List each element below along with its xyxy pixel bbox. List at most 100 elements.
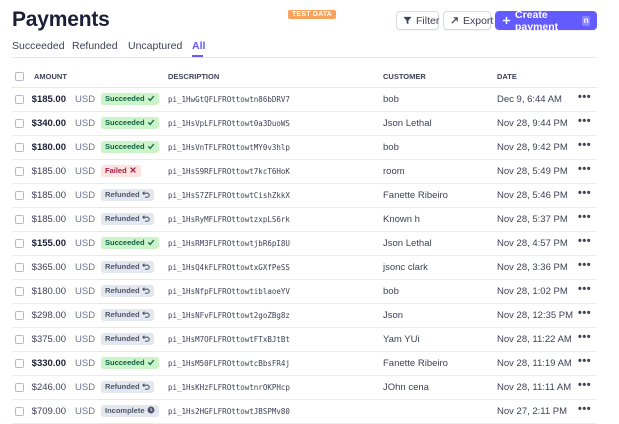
row-checkbox[interactable] [15,311,24,320]
test-data-badge: TEST DATA [288,10,337,19]
description-cell: pi_1HsM50FLFROttowtcBbsFR4j [168,359,290,368]
date-cell: Dec 9, 6:44 AM [497,94,562,105]
tab-all[interactable]: All [192,40,205,52]
row-actions-button[interactable]: ••• [578,379,591,391]
table-row[interactable]: $185.00 USD Succeeded pi_1HwGtQFLFROttowtn8… [12,88,597,112]
plus-icon [502,16,511,25]
refund-icon [141,286,150,297]
amount-cell: $180.00 [31,142,66,153]
row-checkbox[interactable] [15,215,24,224]
status-label: Refunded [105,382,140,391]
status-label: Succeeded [105,142,145,151]
row-checkbox[interactable] [15,191,24,200]
amount-cell: $375.00 [31,334,66,345]
table-row[interactable]: $180.00 USD Succeeded pi_1HsVnTFLFROttowtMY… [12,136,597,160]
tab-uncaptured[interactable]: Uncaptured [128,40,182,52]
check-icon [147,118,155,129]
amount-cell: $180.00 [31,286,66,297]
currency-cell: USD [75,262,96,273]
row-checkbox[interactable] [15,335,24,344]
customer-cell: room [383,166,405,177]
row-actions-button[interactable]: ••• [578,235,591,247]
row-checkbox[interactable] [15,359,24,368]
table-row[interactable]: $365.00 USD Refunded pi_1HsQ4kFLFROttowtxGX… [12,256,597,280]
description-cell: pi_1HsNfpFLFROttowtiblaoeYV [168,287,290,296]
row-actions-button[interactable]: ••• [578,331,591,343]
table-row[interactable]: $375.00 USD Refunded pi_1HsM7OFLFROttowtFTx… [12,328,597,352]
row-actions-button[interactable]: ••• [578,139,591,151]
amount-cell: $185.00 [31,214,66,225]
status-tabs: Succeeded Refunded Uncaptured All [12,39,597,58]
row-actions-button[interactable]: ••• [578,163,591,175]
row-checkbox[interactable] [15,143,24,152]
customer-cell: Fanette Ribeiro [383,190,448,201]
filter-button[interactable]: Filter [396,11,439,30]
date-cell: Nov 28, 12:35 PM [497,310,574,321]
filter-label: Filter [416,14,440,27]
row-checkbox[interactable] [15,95,24,104]
row-checkbox[interactable] [15,383,24,392]
amount-cell: $330.00 [31,358,66,369]
table-row[interactable]: $246.00 USD Refunded pi_1HsKHzFLFROttowtnrO… [12,376,597,400]
status-label: Succeeded [105,94,145,103]
currency-cell: USD [75,334,96,345]
currency-cell: USD [75,310,96,321]
column-header-date[interactable]: DATE [497,72,517,81]
table-row[interactable]: $185.00 USD Refunded pi_1HsS7ZFLFROttowtCis… [12,184,597,208]
amount-cell: $185.00 [31,94,66,105]
row-checkbox[interactable] [15,119,24,128]
export-icon [450,16,459,25]
export-button[interactable]: Export [443,11,493,30]
table-row[interactable]: $180.00 USD Refunded pi_1HsNfpFLFROttowtibl… [12,280,597,304]
row-checkbox[interactable] [15,407,24,416]
column-header-customer[interactable]: CUSTOMER [383,72,426,81]
currency-cell: USD [75,286,96,297]
table-row[interactable]: $185.00 USD Refunded pi_1HsRyMFLFROttowtzxp… [12,208,597,232]
row-actions-button[interactable]: ••• [578,283,591,295]
filter-icon [403,16,412,25]
description-cell: pi_1HsS9RFLFROttowt7kcT6HoK [168,167,290,176]
row-actions-button[interactable]: ••• [578,403,591,415]
create-payment-button[interactable]: Create payment n [495,9,597,33]
table-row[interactable]: $298.00 USD Refunded pi_1HsNFvFLFROttowt2go… [12,304,597,328]
page-title: Payments [12,8,110,31]
table-row[interactable]: $330.00 USD Succeeded pi_1HsM50FLFROttowtcB… [12,352,597,376]
column-header-amount[interactable]: AMOUNT [34,72,67,81]
table-row[interactable]: $185.00 USD Failed pi_1HsS9RFLFROttowt7kcT6… [12,160,597,184]
row-checkbox[interactable] [15,167,24,176]
status-badge: Refunded [101,189,154,201]
check-icon [147,142,155,153]
description-cell: pi_1HsRM3FLFROttowtjbR6pI8U [168,239,290,248]
amount-cell: $185.00 [31,190,66,201]
table-row[interactable]: $340.00 USD Succeeded pi_1HsVpLFLFROttowt0a… [12,112,597,136]
refund-icon [141,334,150,345]
row-checkbox[interactable] [15,239,24,248]
table-row[interactable]: $155.00 USD Succeeded pi_1HsRM3FLFROttowtjb… [12,232,597,256]
select-all-checkbox[interactable] [15,72,24,81]
amount-cell: $340.00 [31,118,66,129]
description-cell: pi_1HsNFvFLFROttowt2goZBg8z [168,311,290,320]
column-header-description[interactable]: DESCRIPTION [168,72,219,81]
amount-cell: $709.00 [31,406,66,417]
row-actions-button[interactable]: ••• [578,259,591,271]
row-actions-button[interactable]: ••• [578,115,591,127]
keyboard-shortcut-badge: n [582,15,590,26]
currency-cell: USD [75,382,96,393]
row-checkbox[interactable] [15,263,24,272]
refund-icon [141,190,150,201]
row-actions-button[interactable]: ••• [578,211,591,223]
row-actions-button[interactable]: ••• [578,187,591,199]
description-cell: pi_1HsVpLFLFROttowt0a3DuoWS [168,119,290,128]
table-row[interactable]: $709.00 USD Incomplete pi_1Hs2HGFLFROttowtJ… [12,400,597,424]
row-actions-button[interactable]: ••• [578,307,591,319]
status-badge: Failed [101,165,141,177]
row-checkbox[interactable] [15,287,24,296]
tab-succeeded[interactable]: Succeeded [12,40,65,52]
status-badge: Succeeded [101,93,159,105]
status-badge: Refunded [101,333,154,345]
tab-refunded[interactable]: Refunded [72,40,118,52]
row-actions-button[interactable]: ••• [578,91,591,103]
status-label: Refunded [105,310,140,319]
status-badge: Refunded [101,381,154,393]
row-actions-button[interactable]: ••• [578,355,591,367]
